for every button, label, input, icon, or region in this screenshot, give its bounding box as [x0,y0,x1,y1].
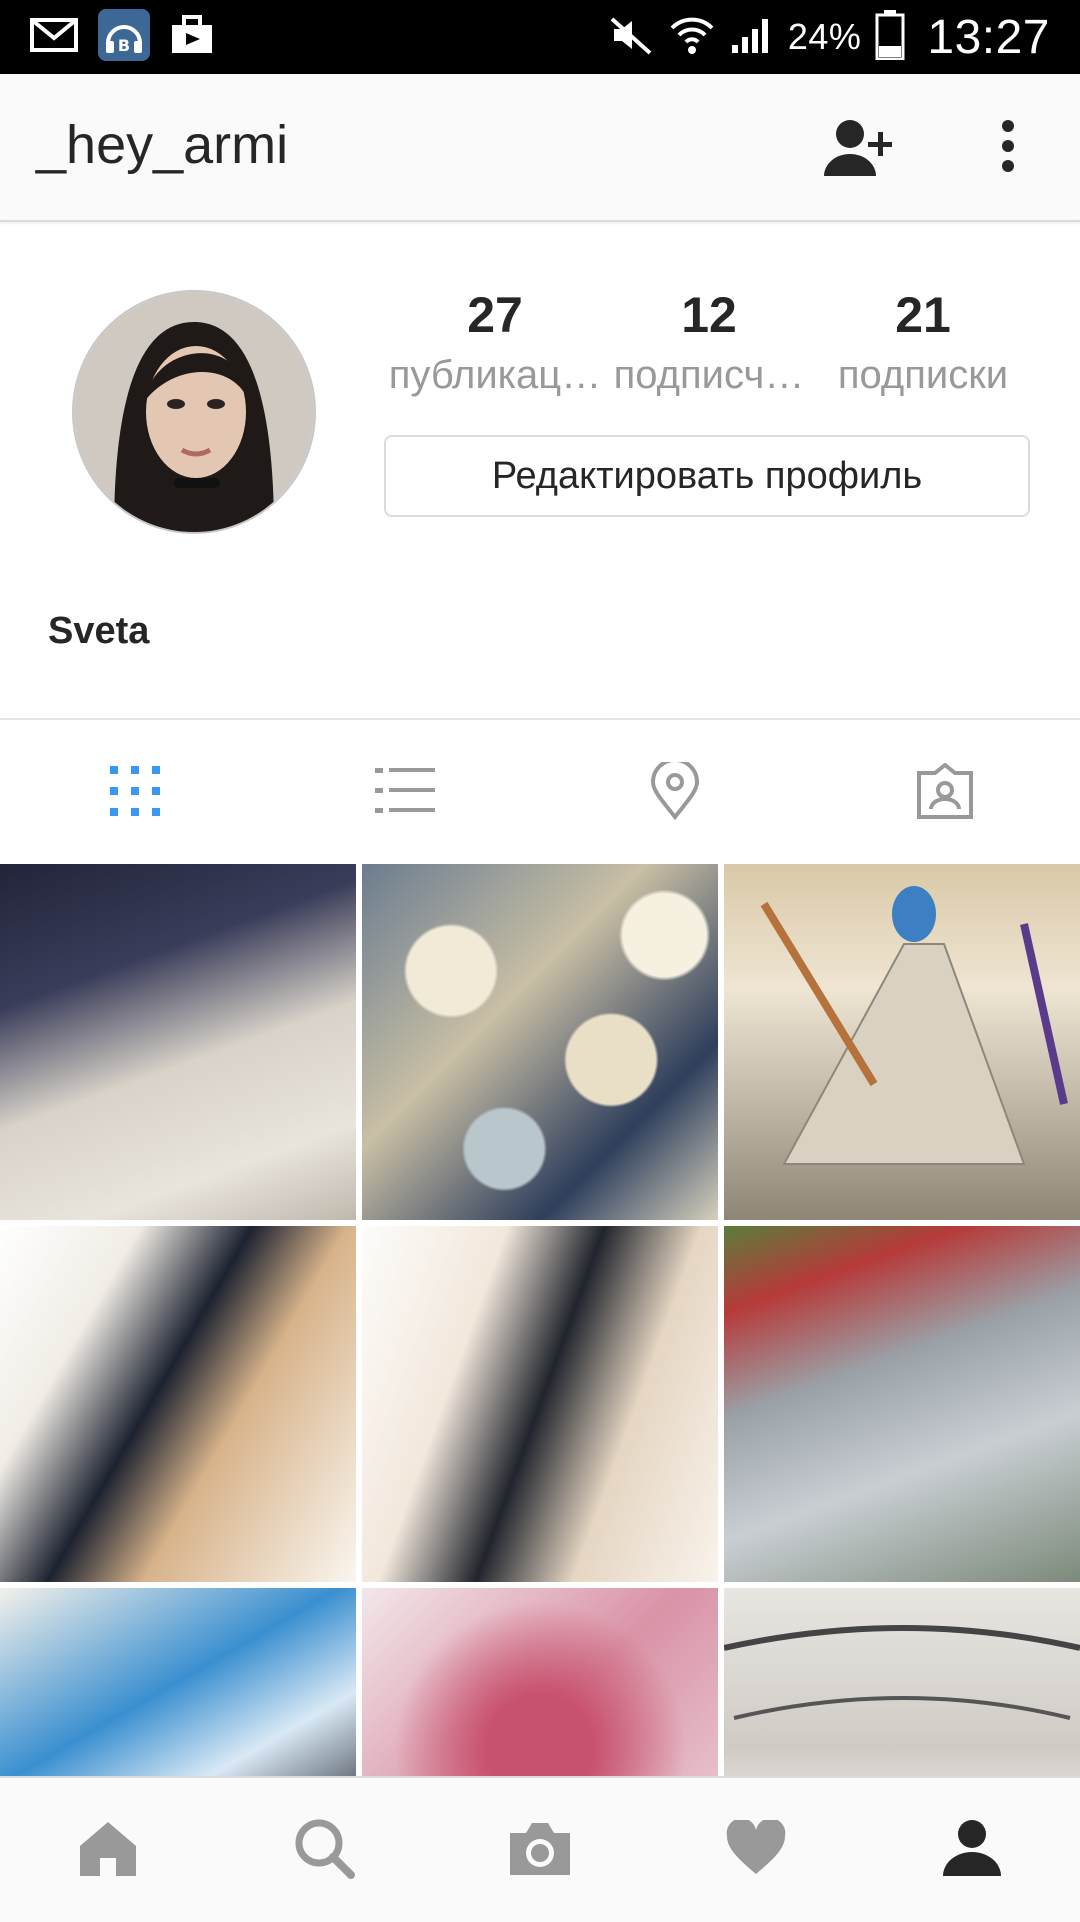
tab-grid[interactable] [0,720,270,866]
avatar[interactable] [72,290,316,534]
view-tabs [0,718,1080,866]
status-bar: B 24% 13:27 [0,0,1080,74]
nav-camera[interactable] [432,1778,648,1922]
nav-home[interactable] [0,1778,216,1922]
nav-profile[interactable] [864,1778,1080,1922]
photo-tile[interactable] [724,1588,1080,1776]
svg-text:B: B [118,36,130,55]
following-count: 21 [895,287,951,343]
tagged-photos-icon [915,761,975,824]
photo-tile[interactable] [724,1226,1080,1582]
profile-icon [941,1818,1003,1883]
following-label: подписки [837,353,1009,397]
photo-tile[interactable] [362,864,718,1220]
tab-list[interactable] [270,720,540,866]
vk-music-icon: B [98,8,150,66]
followers-label: подписч… [613,353,805,397]
signal-icon [730,15,774,60]
overflow-menu-icon[interactable] [980,114,1036,184]
search-icon [293,1817,355,1884]
wifi-icon [668,14,716,61]
clock: 13:27 [927,10,1050,64]
heart-icon [725,1817,787,1881]
photo-tile[interactable] [0,864,356,1220]
battery-percent: 24% [787,16,862,57]
mute-icon [608,15,654,60]
posts-stat[interactable]: 27 публикац… [380,285,610,405]
photo-tile[interactable] [0,1226,356,1582]
display-name: Sveta [48,610,150,652]
username-title: _hey_armi [36,115,289,175]
posts-label: публикац… [388,353,602,397]
battery-icon [875,9,905,65]
photo-grid [0,864,1080,1776]
photo-tile[interactable] [362,1226,718,1582]
following-stat[interactable]: 21 подписки [808,285,1038,405]
list-icon [375,767,435,819]
briefcase-icon [170,14,214,60]
tab-tagged[interactable] [810,720,1080,866]
add-person-icon[interactable] [820,114,900,184]
nav-search[interactable] [216,1778,432,1922]
followers-stat[interactable]: 12 подписч… [594,285,824,405]
photo-tile[interactable] [724,864,1080,1220]
bottom-nav [0,1776,1080,1922]
location-pin-icon [650,757,700,825]
edit-profile-button[interactable]: Редактировать профиль [384,435,1030,517]
grid-icon [110,765,160,821]
home-icon [76,1818,140,1883]
nav-activity[interactable] [648,1778,864,1922]
camera-icon [506,1819,574,1882]
tab-location[interactable] [540,720,810,866]
posts-count: 27 [467,287,523,343]
photo-tile[interactable] [0,1588,356,1776]
mail-icon [30,17,78,57]
followers-count: 12 [681,287,737,343]
profile-header-bar: _hey_armi [0,74,1080,222]
photo-tile[interactable] [362,1588,718,1776]
